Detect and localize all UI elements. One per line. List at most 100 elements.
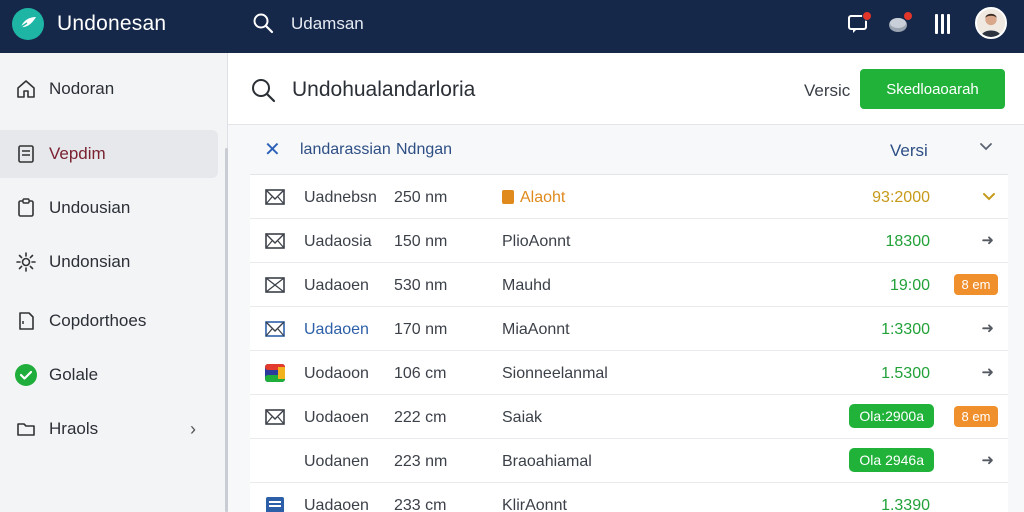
row-size: 250 nm — [394, 189, 448, 206]
table-row[interactable]: Uodaoen 222 cm Saiak Ola:2900a 8 em — [250, 395, 1008, 439]
sidebar: Nodoran Vepdim Undousian Undonsian Copdo… — [0, 53, 228, 512]
row-name: Uadaoen — [304, 497, 369, 512]
chat-icon[interactable] — [887, 11, 913, 36]
folder-icon — [14, 417, 38, 441]
row-status: Braoahiamal — [502, 453, 592, 470]
main-content: Undohualandarloria Versic Skedloaoarah ✕… — [228, 53, 1024, 512]
table-row[interactable]: Uadaosia 150 nm PlioAonnt 18300 ➜ — [250, 219, 1008, 263]
mail-icon[interactable] — [264, 318, 286, 340]
sidebar-item-label: Hraols — [49, 419, 99, 438]
sidebar-item-undonsian[interactable]: Undonsian — [0, 238, 218, 286]
chevron-down-icon[interactable] — [978, 138, 994, 154]
row-name: Uodanen — [304, 453, 369, 470]
row-tag[interactable]: 8 em — [954, 274, 998, 295]
row-status: MiaAonnt — [502, 321, 570, 338]
sidebar-item-label: Copdorthoes — [49, 311, 147, 330]
table-row[interactable]: Uodaoon 106 cm Sionneelanmal 1.5300 ➜ — [250, 351, 1008, 395]
page-title: Undohualandarloria — [292, 78, 476, 101]
arrow-right-icon[interactable]: ➜ — [981, 319, 994, 337]
chevron-right-icon[interactable]: › — [190, 419, 196, 440]
sidebar-item-vepdim[interactable]: Vepdim — [0, 130, 218, 178]
file-icon — [14, 309, 38, 333]
sidebar-item-copdorthoes[interactable]: Copdorthoes — [0, 297, 218, 345]
apps-icon[interactable] — [935, 14, 953, 34]
row-status: Alaoht — [502, 189, 565, 207]
row-value: 18300 — [885, 233, 931, 250]
filter-row: ✕ landarassian Ndngan Versi — [250, 131, 1008, 169]
row-value-pill[interactable]: Ola 2946a — [849, 448, 934, 472]
row-value: 1.5300 — [881, 365, 930, 382]
row-name: Uodaoen — [304, 409, 369, 426]
data-table: Uadnebsn 250 nm Alaoht 93:2000 Uadaosia … — [250, 174, 1008, 512]
row-size: 150 nm — [394, 233, 448, 250]
top-search-text[interactable]: Udamsan — [291, 14, 364, 34]
sidebar-item-label: Golale — [49, 365, 99, 384]
sidebar-item-golale[interactable]: Golale — [0, 351, 218, 399]
filter-tab-right[interactable]: Ndngan — [396, 141, 452, 159]
table-row[interactable]: Uodanen 223 nm Braoahiamal Ola 2946a ➜ — [250, 439, 1008, 483]
row-value: 93:2000 — [872, 189, 930, 206]
sidebar-item-label: Undonsian — [49, 252, 131, 271]
mail-icon[interactable] — [264, 186, 286, 208]
app-title: Undonesan — [57, 12, 167, 35]
notification-icon[interactable] — [846, 11, 872, 36]
arrow-right-icon[interactable]: ➜ — [981, 231, 994, 249]
gear-icon — [14, 250, 38, 274]
table-row[interactable]: Uadaoen 233 cm KlirAonnt 1.3390 — [250, 483, 1008, 512]
sidebar-item-label: Undousian — [49, 198, 131, 217]
arrow-right-icon[interactable]: ➜ — [981, 363, 994, 381]
home-icon — [14, 77, 38, 101]
sidebar-item-label: Vepdim — [49, 144, 106, 163]
table-row[interactable]: Uadaoen 170 nm MiaAonnt 1:3300 ➜ — [250, 307, 1008, 351]
avatar[interactable] — [975, 7, 1007, 39]
row-value-pill[interactable]: Ola:2900a — [849, 404, 934, 428]
row-name: Uadnebsn — [304, 189, 377, 206]
filter-tab-left[interactable]: landarassian — [300, 141, 391, 159]
row-name: Uadaoen — [304, 277, 369, 294]
row-value: 1.3390 — [881, 497, 930, 512]
mail-icon[interactable] — [264, 274, 286, 296]
row-status: Mauhd — [502, 277, 551, 294]
app-logo-icon[interactable] — [12, 8, 44, 40]
version-label: Versic — [804, 81, 851, 100]
row-size: 222 cm — [394, 409, 447, 426]
row-size: 223 nm — [394, 453, 448, 470]
row-name: Uadaosia — [304, 233, 372, 250]
row-status: KlirAonnt — [502, 497, 567, 512]
clipboard-icon — [14, 196, 38, 220]
warning-tag-icon — [502, 190, 514, 204]
document-icon[interactable] — [264, 494, 286, 512]
row-size: 233 cm — [394, 497, 447, 512]
row-value: 1:3300 — [881, 321, 930, 338]
table-row[interactable]: Uadnebsn 250 nm Alaoht 93:2000 — [250, 175, 1008, 219]
row-name-link[interactable]: Uadaoen — [304, 321, 369, 339]
sidebar-item-label: Nodoran — [49, 79, 115, 98]
filter-version[interactable]: Versi — [890, 141, 928, 161]
row-tag[interactable]: 8 em — [954, 406, 998, 427]
mail-icon[interactable] — [264, 406, 286, 428]
sidebar-item-nodoran[interactable]: Nodoran — [0, 65, 218, 113]
mail-icon[interactable] — [264, 230, 286, 252]
row-size: 170 nm — [394, 321, 448, 338]
close-icon[interactable]: ✕ — [264, 137, 281, 162]
row-name: Uodaoon — [304, 365, 369, 382]
search-icon[interactable] — [250, 77, 276, 103]
main-header: Undohualandarloria Versic Skedloaoarah — [228, 53, 1024, 125]
row-status: Saiak — [502, 409, 543, 426]
notification-badge — [862, 11, 872, 21]
document-icon — [14, 142, 38, 166]
app-thumbnail-icon[interactable] — [264, 362, 286, 384]
chat-badge — [903, 11, 913, 21]
row-size: 530 nm — [394, 277, 448, 294]
table-row[interactable]: Uadaoen 530 nm Mauhd 19:00 8 em — [250, 263, 1008, 307]
sidebar-item-hraols[interactable]: Hraols › — [0, 405, 218, 453]
row-value: 19:00 — [889, 277, 930, 294]
row-status: PlioAonnt — [502, 233, 571, 250]
row-status: Sionneelanmal — [502, 365, 608, 382]
search-icon[interactable] — [252, 12, 274, 34]
chevron-down-icon[interactable] — [982, 189, 996, 203]
primary-action-button[interactable]: Skedloaoarah — [860, 69, 1005, 109]
sidebar-item-undousian[interactable]: Undousian — [0, 184, 218, 232]
row-size: 106 cm — [394, 365, 447, 382]
arrow-right-icon[interactable]: ➜ — [981, 451, 994, 469]
